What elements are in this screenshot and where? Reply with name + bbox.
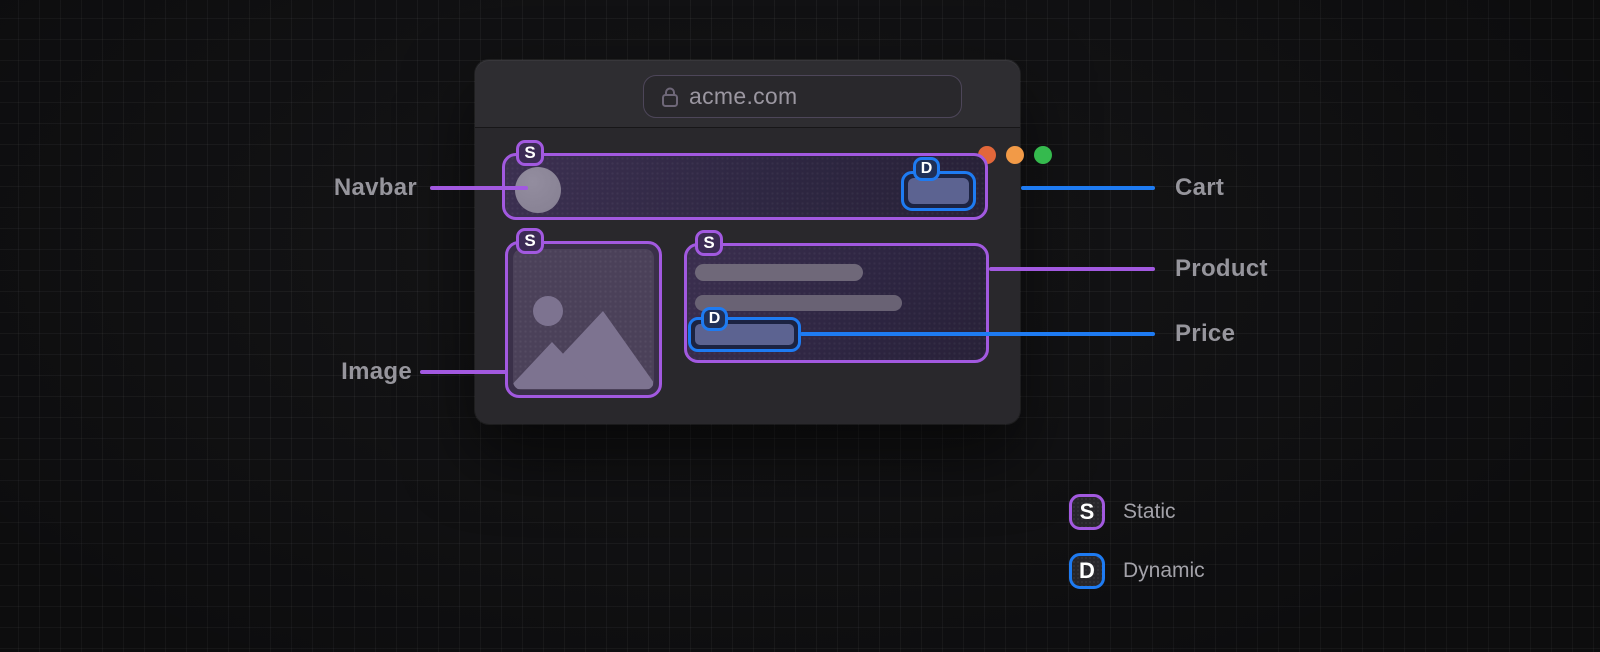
price-connector-line	[800, 332, 1155, 336]
image-label: Image	[341, 358, 412, 385]
cart-label: Cart	[1175, 174, 1225, 201]
price-region: D	[688, 307, 801, 352]
static-badge: S	[516, 140, 544, 166]
dynamic-badge: D	[701, 307, 728, 331]
image-mountains-icon	[513, 296, 654, 390]
dynamic-badge: D	[913, 157, 940, 181]
legend-item-static: S Static	[1069, 494, 1205, 530]
product-label: Product	[1175, 255, 1268, 282]
skeleton-text-line	[695, 295, 902, 311]
browser-window: acme.com S D S S D	[475, 60, 1052, 424]
image-connector-line	[420, 370, 508, 374]
minimize-button-icon[interactable]	[1006, 146, 1024, 164]
window-titlebar: acme.com	[475, 60, 1052, 164]
cart-button-fill	[908, 178, 969, 204]
legend-dynamic-label: Dynamic	[1123, 559, 1205, 582]
dynamic-badge: D	[1069, 553, 1105, 589]
legend: S Static D Dynamic	[1069, 494, 1205, 612]
image-region: S	[505, 228, 662, 398]
static-badge: S	[695, 230, 723, 256]
static-badge: S	[1069, 494, 1105, 530]
navbar-label: Navbar	[333, 174, 417, 201]
zoom-button-icon[interactable]	[1034, 146, 1052, 164]
url-text: acme.com	[689, 83, 798, 109]
cart-button[interactable]: D	[901, 157, 976, 211]
url-bar[interactable]: acme.com	[643, 75, 962, 118]
static-badge: S	[516, 228, 544, 254]
navbar-region: S D	[502, 140, 988, 220]
navbar-connector-line	[430, 186, 528, 190]
cart-connector-line	[1021, 186, 1155, 190]
lock-icon	[660, 86, 680, 108]
legend-static-label: Static	[1123, 500, 1176, 523]
product-connector-line	[989, 267, 1155, 271]
legend-item-dynamic: D Dynamic	[1069, 553, 1205, 589]
price-label: Price	[1175, 320, 1236, 347]
skeleton-text-line	[695, 264, 863, 281]
image-placeholder	[513, 249, 654, 390]
diagram-canvas: acme.com S D S S D Navbar Cart Product P…	[0, 0, 1600, 652]
avatar-circle	[515, 167, 561, 213]
product-region: S D	[684, 230, 989, 363]
